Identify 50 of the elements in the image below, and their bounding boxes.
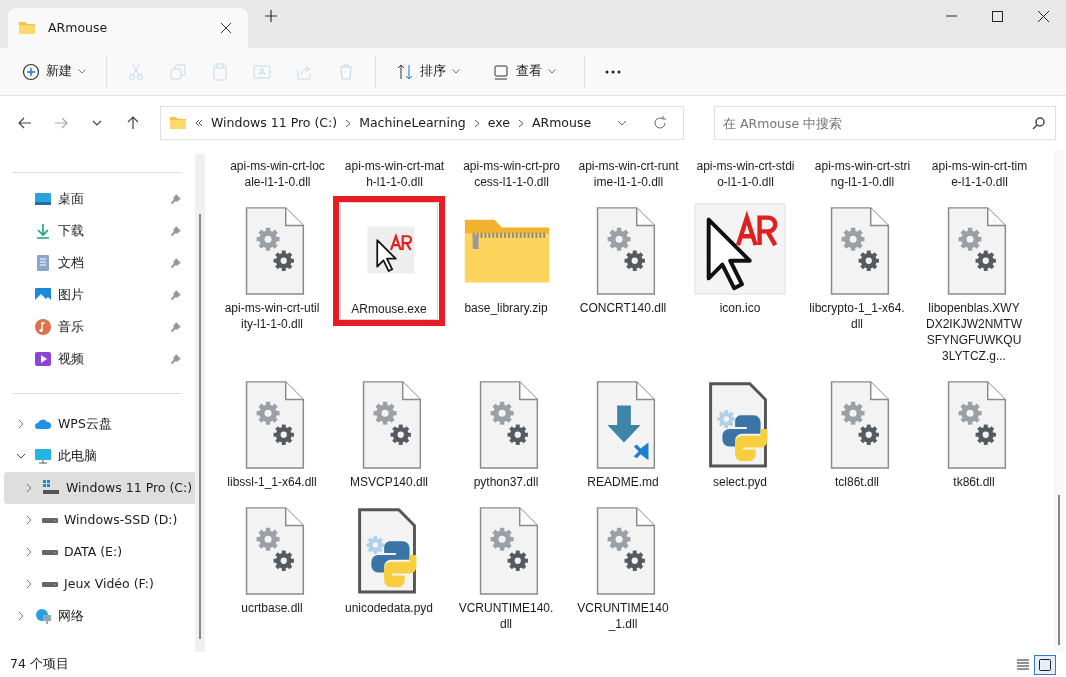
breadcrumb[interactable]: MachineLearning: [359, 113, 466, 133]
file-item[interactable]: select.pyd: [690, 375, 789, 493]
file-item[interactable]: python37.dll: [456, 375, 555, 493]
file-name: api-ms-win-crt-process-l1-1-0.dll: [462, 158, 561, 190]
file-name: api-ms-win-crt-time-l1-1-0.dll: [930, 158, 1029, 190]
tab[interactable]: ARmouse: [8, 8, 248, 48]
tree-item[interactable]: Jeux Vidéo (F:): [4, 568, 196, 600]
tree-item[interactable]: WPS云盘: [4, 408, 196, 440]
file-name: api-ms-win-crt-math-l1-1-0.dll: [344, 158, 445, 190]
quick-access-item[interactable]: 桌面: [0, 183, 196, 215]
quick-access-item[interactable]: 视频: [0, 343, 196, 375]
quick-access-item[interactable]: 音乐: [0, 311, 196, 343]
tree-item[interactable]: DATA (E:): [4, 536, 196, 568]
file-item[interactable]: tcl86t.dll: [807, 375, 906, 493]
file-name: api-ms-win-crt-string-l1-1-0.dll: [813, 158, 912, 190]
breadcrumb[interactable]: ARmouse: [531, 113, 592, 133]
file-name: api-ms-win-crt-runtime-l1-1-0.dll: [578, 158, 679, 190]
file-item[interactable]: CONCRT140.dll: [573, 201, 672, 319]
file-item[interactable]: VCRUNTIME140.dll: [456, 501, 555, 635]
tree-item[interactable]: 网络: [4, 600, 196, 632]
file-item[interactable]: base_library.zip: [456, 201, 555, 319]
breadcrumb[interactable]: Windows 11 Pro (C:): [211, 113, 338, 133]
new-button[interactable]: 新建: [12, 53, 96, 90]
search-field[interactable]: 在 ARmouse 中搜索: [714, 106, 1056, 140]
breadcrumb[interactable]: exe: [487, 113, 510, 133]
quick-access-item[interactable]: 下载: [0, 215, 196, 247]
tree-item[interactable]: 此电脑: [4, 440, 196, 472]
address-bar[interactable]: Windows 11 Pro (C:) MachineLearning exe ARmouse: [160, 106, 684, 140]
view-button[interactable]: 查看: [482, 53, 566, 90]
file-item[interactable]: ucrtbase.dll: [222, 501, 321, 619]
file-item[interactable]: libcrypto-1_1-x64.dll: [807, 201, 906, 335]
tree-item[interactable]: Windows-SSD (D:): [4, 504, 196, 536]
file-item[interactable]: libopenblas.XWYDX2IKJW2NMTWSFYNGFUWKQU3LYTCZ.g...: [924, 201, 1023, 367]
quick-access-item[interactable]: 图片: [0, 279, 196, 311]
sort-button[interactable]: 排序: [386, 53, 470, 90]
file-item[interactable]: icon.ico: [690, 201, 789, 319]
file-item[interactable]: api-ms-win-crt-utility-l1-1-0.dll: [222, 201, 321, 335]
file-item[interactable]: VCRUNTIME140_1.dll: [573, 501, 672, 635]
file-name: api-ms-win-crt-locale-l1-1-0.dll: [229, 158, 326, 190]
file-item[interactable]: libssl-1_1-x64.dll: [222, 375, 321, 493]
item-count: 74 个项目: [10, 655, 69, 674]
file-item[interactable]: tk86t.dll: [924, 375, 1023, 493]
quick-access-item[interactable]: 文档: [0, 247, 196, 279]
file-item[interactable]: ARmouse.exe: [339, 202, 438, 320]
file-item[interactable]: README.md: [573, 375, 672, 493]
tab-title: ARmouse: [48, 18, 109, 37]
file-name: api-ms-win-crt-stdio-l1-1-0.dll: [695, 158, 796, 190]
file-item[interactable]: MSVCP140.dll: [339, 375, 438, 493]
file-item[interactable]: unicodedata.pyd: [339, 501, 438, 619]
tree-item[interactable]: Windows 11 Pro (C:): [4, 472, 196, 504]
